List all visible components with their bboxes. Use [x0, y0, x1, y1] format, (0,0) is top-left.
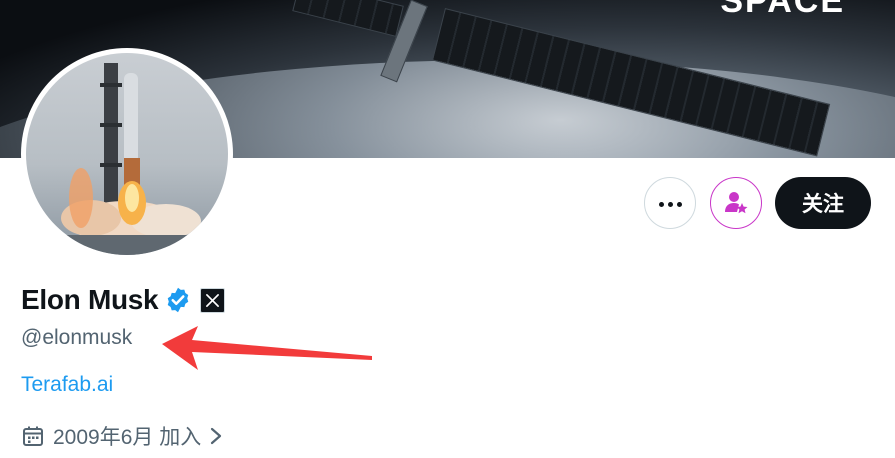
joined-text: 2009年6月 加入 — [53, 426, 202, 449]
avatar[interactable] — [21, 48, 233, 260]
banner-text: SPACE — [720, 0, 845, 20]
banner-solar-panel — [292, 0, 404, 37]
subscribe-button[interactable] — [710, 177, 762, 229]
more-horizontal-icon — [657, 194, 684, 212]
calendar-icon — [23, 426, 43, 446]
annotation-arrow — [162, 326, 372, 370]
rocket-launch-image — [26, 63, 228, 255]
joined-date: 2009年6月 加入 — [21, 421, 233, 451]
more-button[interactable] — [644, 177, 696, 229]
verified-badge-icon[interactable] — [164, 286, 192, 314]
profile-name-row: Elon Musk — [21, 284, 226, 316]
person-star-icon — [725, 192, 748, 214]
user-handle: @elonmusk — [21, 326, 133, 349]
display-name: Elon Musk — [21, 284, 159, 315]
chevron-right-icon[interactable] — [207, 425, 225, 447]
website-link[interactable]: Terafab.ai — [21, 373, 113, 397]
avatar-image — [26, 53, 228, 255]
x-logo-icon[interactable] — [200, 287, 226, 313]
follow-button[interactable]: 关注 — [775, 177, 871, 229]
